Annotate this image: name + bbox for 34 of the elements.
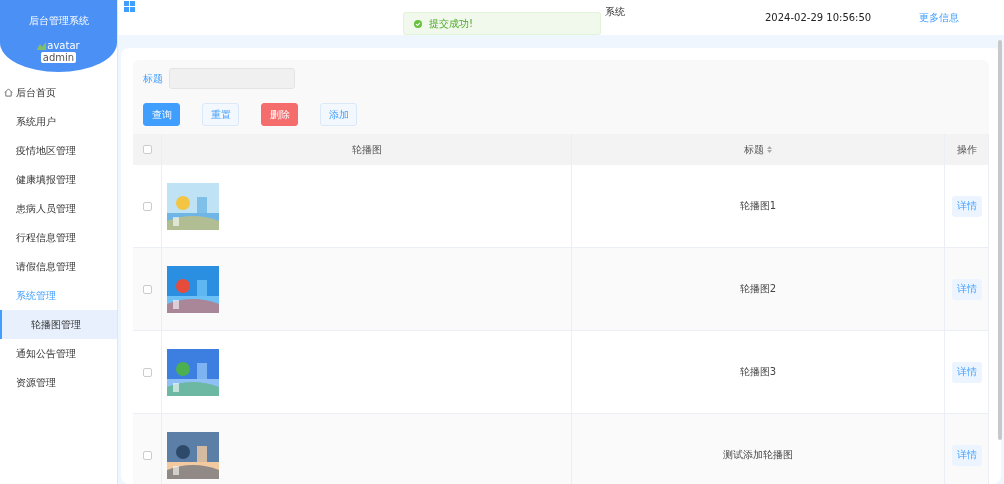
datetime: 2024-02-29 10:56:50	[765, 12, 872, 23]
menu-item[interactable]: 疫情地区管理	[0, 136, 117, 165]
scrollbar[interactable]	[998, 40, 1002, 440]
menu-item[interactable]: 系统用户	[0, 107, 117, 136]
menu-item[interactable]: 健康填报管理	[0, 165, 117, 194]
select-all-checkbox[interactable]	[142, 145, 152, 154]
table-cell: 轮播图1	[739, 199, 777, 213]
submenu-item[interactable]: 轮播图管理	[0, 310, 117, 339]
table-cell: 测试添加轮播图	[723, 448, 793, 462]
toast-message: 提交成功!	[429, 16, 473, 31]
menu-item[interactable]: 行程信息管理	[0, 223, 117, 252]
row-checkbox[interactable]	[142, 450, 152, 460]
grid-icon[interactable]	[124, 1, 135, 12]
menu-item[interactable]: 后台首页	[0, 78, 117, 107]
avatar-image: avatar	[37, 40, 80, 51]
username: admin	[40, 52, 77, 63]
column-header[interactable]: 标题	[572, 134, 945, 165]
table-cell: 轮播图2	[739, 282, 777, 296]
home-icon	[4, 88, 13, 97]
sort-icon	[767, 146, 772, 153]
menu-item[interactable]: 患病人员管理	[0, 194, 117, 223]
field-label: 标题	[143, 71, 163, 86]
table-cell: 轮播图3	[739, 365, 777, 379]
row-checkbox[interactable]	[142, 367, 152, 377]
menu-item[interactable]: 请假信息管理	[0, 252, 117, 281]
column-header: 轮播图	[162, 134, 572, 165]
app-title: 后台管理系统	[28, 14, 89, 28]
menu-item[interactable]: 通知公告管理	[0, 339, 117, 368]
row-checkbox[interactable]	[142, 284, 152, 294]
menu-item[interactable]: 资源管理	[0, 368, 117, 397]
column-header: 操作	[945, 134, 989, 165]
row-checkbox[interactable]	[142, 201, 152, 211]
page-title: 系统	[605, 4, 625, 19]
check-circle-icon	[414, 19, 422, 28]
